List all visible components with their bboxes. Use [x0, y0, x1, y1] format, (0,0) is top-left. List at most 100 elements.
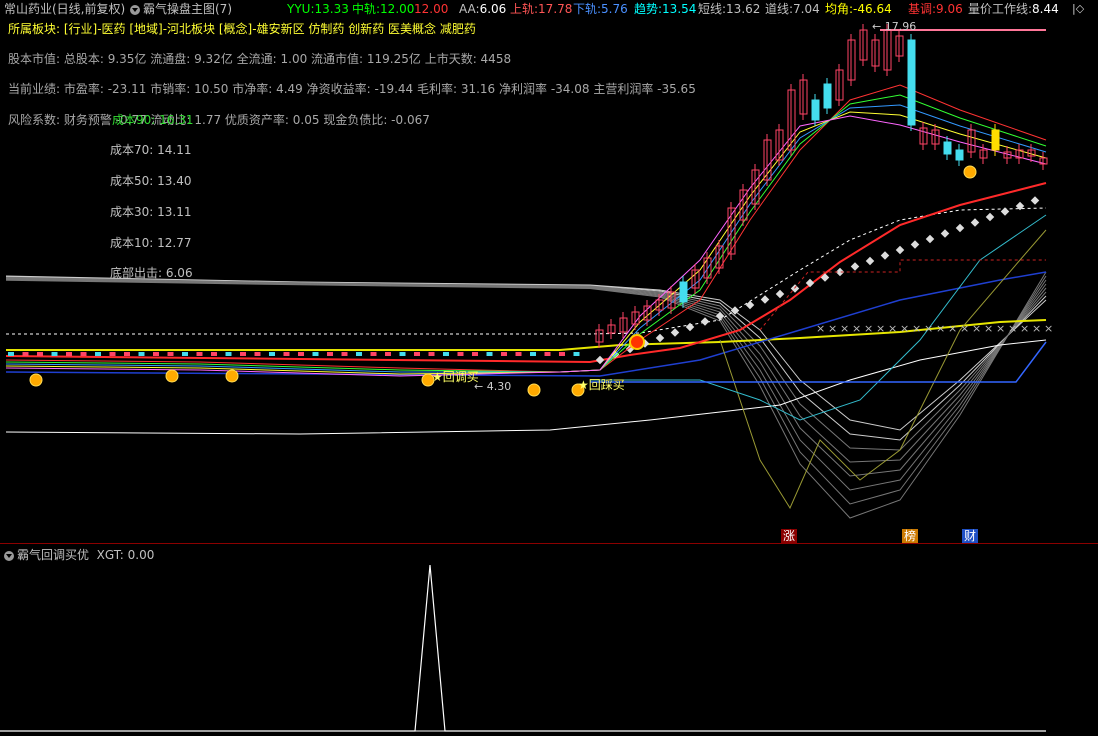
cross-marker: × — [864, 322, 873, 335]
candle — [22, 352, 29, 356]
candle — [385, 352, 391, 356]
limit-up-tag[interactable]: 涨 — [781, 529, 798, 543]
capital-line: 股本市值: 总股本: 9.35亿 流通盘: 9.32亿 全流通: 1.00 流通… — [8, 52, 512, 66]
header-value-4: 上轨:17.78 — [510, 2, 572, 16]
candle — [515, 352, 522, 356]
candle — [95, 352, 101, 356]
header-value-10: 基调:9.06 — [908, 2, 963, 16]
diamond-marker — [895, 245, 905, 255]
cross-marker: × — [816, 322, 825, 335]
main-indicator-selector[interactable]: 霸气操盘主图(7) — [130, 2, 232, 16]
header-value-7: 短线:13.62 — [698, 2, 760, 16]
candle — [811, 99, 820, 121]
rank-tag[interactable]: 榜 — [902, 529, 919, 543]
candle — [443, 352, 449, 356]
cross-marker: × — [828, 322, 837, 335]
cross-marker: × — [1008, 322, 1017, 335]
sub-indicator-name[interactable]: 霸气回调买优 — [17, 548, 89, 562]
candle — [472, 352, 478, 356]
candle — [37, 352, 43, 356]
candle — [298, 352, 304, 356]
diamond-marker — [700, 317, 710, 326]
diamond-marker — [775, 289, 785, 299]
diamond-marker — [880, 251, 890, 260]
cross-marker: × — [840, 322, 849, 335]
header-value-number: 8.44 — [1032, 2, 1059, 16]
pullback-buy-text: 回调买 — [442, 370, 479, 384]
header-value-label: YYU: — [287, 2, 315, 16]
cross-marker: × — [912, 322, 921, 335]
candle — [51, 352, 58, 356]
header-value-number: 13.33 — [314, 2, 349, 16]
cross-marker: × — [1044, 322, 1053, 335]
candle — [356, 352, 362, 356]
candle — [341, 352, 348, 356]
cost-70-label: 成本70: 14.11 — [110, 143, 192, 157]
retrace-buy-label: ★回踩买 — [578, 378, 625, 392]
header-value-number: 13.62 — [726, 2, 761, 16]
header-value-5: 下轨:5.76 — [573, 2, 628, 16]
header-value-0: YYU:13.33 — [287, 2, 349, 16]
sub-dropdown-icon[interactable] — [4, 550, 14, 561]
candle — [182, 352, 188, 356]
peak-price-value: 17.96 — [884, 20, 917, 33]
dropdown-icon[interactable] — [130, 4, 140, 15]
gray-bundle-line — [5, 275, 1047, 431]
cyan-line — [590, 214, 1047, 421]
header-value-11: 量价工作线:8.44 — [968, 2, 1059, 16]
candle — [8, 352, 14, 356]
candle — [428, 352, 435, 356]
header-value-label: 上轨: — [510, 2, 539, 16]
stock-title[interactable]: 常山药业(日线,前复权) — [4, 2, 125, 16]
diamond-marker — [760, 295, 770, 304]
cross-marker: × — [888, 322, 897, 335]
header-bar: 常山药业(日线,前复权) 霸气操盘主图(7) YYU:13.33 中轨:12.00… — [0, 0, 1098, 18]
diamond-marker — [1000, 207, 1010, 216]
cross-marker: × — [876, 322, 885, 335]
cross-marker: × — [924, 322, 933, 335]
candle — [254, 352, 261, 356]
header-value-3: AA:6.06 — [459, 2, 506, 16]
finance-tag[interactable]: 财 — [962, 529, 979, 543]
cross-marker: × — [852, 322, 861, 335]
cross-marker: × — [900, 322, 909, 335]
header-value-number: 13.54 — [662, 2, 697, 16]
diamond-marker — [925, 234, 935, 244]
candle — [823, 83, 832, 109]
diamond-marker — [670, 328, 680, 337]
cross-marker: × — [972, 322, 981, 335]
cost-50-label: 成本50: 13.40 — [110, 174, 192, 188]
header-value-label: 均角: — [825, 2, 854, 16]
cross-marker: × — [996, 322, 1005, 335]
performance-line: 当前业绩: 市盈率: -23.11 市销率: 10.50 市净率: 4.49 净… — [8, 82, 696, 96]
diamond-marker — [655, 333, 665, 343]
diamond-marker — [685, 322, 695, 332]
header-value-label: 中轨: — [352, 2, 381, 16]
panel-divider[interactable] — [0, 543, 1098, 544]
sector-line: 所属板块: [行业]-医药 [地域]-河北板块 [概念]-雄安新区 仿制药 创新… — [8, 22, 476, 36]
header-value-2: 12.00 — [414, 2, 448, 16]
candle — [124, 352, 130, 356]
gold-coin-icon — [963, 165, 977, 179]
main-chart[interactable]: × × × × × × × × × × × × × × × × × × × × — [0, 0, 1098, 736]
header-value-label: 下轨: — [573, 2, 602, 16]
header-value-number: 12.00 — [414, 2, 449, 16]
header-value-number: 17.78 — [538, 2, 573, 16]
candle — [109, 352, 116, 356]
candle — [907, 39, 916, 126]
cross-marker: × — [984, 322, 993, 335]
pullback-buy-label: ★回调买 — [432, 370, 479, 384]
diamond-marker — [940, 229, 950, 238]
gray-bundle-line — [5, 275, 1047, 505]
diamond-marker — [595, 355, 605, 365]
candle — [573, 352, 580, 356]
candle — [211, 352, 217, 356]
header-value-1: 中轨:12.00 — [352, 2, 414, 16]
header-value-number: -46.64 — [853, 2, 892, 16]
cost-10-label: 成本10: 12.77 — [110, 236, 192, 250]
white-curve — [5, 339, 1047, 435]
low-price-value: 4.30 — [486, 380, 512, 393]
candle — [544, 352, 551, 356]
pin-icon[interactable]: |◇ — [1072, 2, 1084, 16]
candle — [501, 352, 507, 356]
